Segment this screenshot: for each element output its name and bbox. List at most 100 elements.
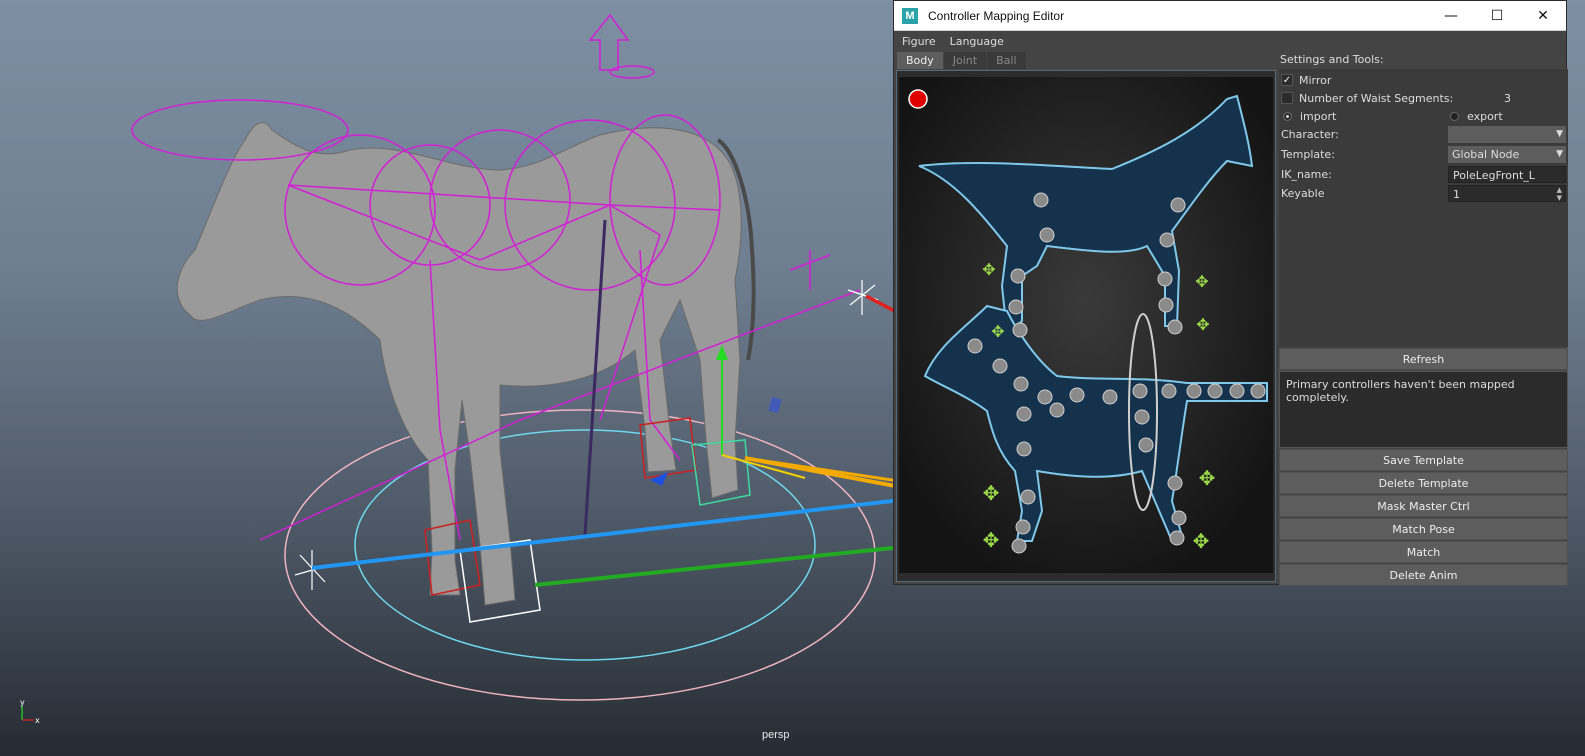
- plus-marker-icon[interactable]: ✥: [1195, 272, 1208, 291]
- delete-template-button[interactable]: Delete Template: [1279, 472, 1568, 494]
- joint-dot[interactable]: [1138, 437, 1154, 453]
- plus-marker-icon[interactable]: ✥: [983, 481, 1000, 505]
- menu-bar: Figure Language: [894, 31, 1566, 51]
- mask-master-ctrl-button[interactable]: Mask Master Ctrl: [1279, 495, 1568, 517]
- joint-dot[interactable]: [1171, 510, 1187, 526]
- match-button[interactable]: Match: [1279, 541, 1568, 563]
- joint-dot[interactable]: [1011, 538, 1027, 554]
- joint-dot[interactable]: [1016, 441, 1032, 457]
- chevron-down-icon: ▼: [1556, 149, 1563, 159]
- spinner-arrows-icon[interactable]: ▲ ▼: [1557, 186, 1562, 202]
- joint-dot[interactable]: [1012, 322, 1028, 338]
- tab-ball[interactable]: Ball: [987, 52, 1026, 69]
- close-button[interactable]: ✕: [1520, 1, 1566, 30]
- joint-dot[interactable]: [1037, 389, 1053, 405]
- maya-app-icon: M: [902, 7, 918, 24]
- joint-dot[interactable]: [992, 358, 1008, 374]
- joint-dot[interactable]: [1169, 530, 1185, 546]
- menu-figure[interactable]: Figure: [902, 35, 936, 48]
- camera-label: persp: [762, 729, 790, 741]
- template-dropdown[interactable]: Global Node ▼: [1448, 146, 1566, 163]
- keyable-label: Keyable: [1281, 186, 1325, 200]
- waist-value[interactable]: 3: [1504, 92, 1511, 105]
- joint-dot[interactable]: [1039, 227, 1055, 243]
- joint-dot[interactable]: [1008, 299, 1024, 315]
- ground-circle-outer: [284, 409, 876, 701]
- joint-dot[interactable]: [1186, 383, 1202, 399]
- svg-text:y: y: [20, 698, 25, 707]
- view-axis-icon: y x: [20, 698, 40, 725]
- maximize-button[interactable]: ☐: [1474, 1, 1520, 30]
- template-value: Global Node: [1452, 148, 1520, 161]
- record-indicator-icon[interactable]: [908, 89, 928, 109]
- plus-marker-icon[interactable]: ✥: [1199, 466, 1216, 490]
- menu-language[interactable]: Language: [950, 35, 1004, 48]
- import-radio[interactable]: [1283, 111, 1292, 121]
- joint-dot[interactable]: [967, 338, 983, 354]
- delete-anim-button[interactable]: Delete Anim: [1279, 564, 1568, 586]
- character-label: Character:: [1281, 127, 1339, 141]
- export-label: export: [1467, 109, 1503, 123]
- window-title: Controller Mapping Editor: [928, 8, 1065, 23]
- import-export-row: import export: [1281, 107, 1566, 125]
- move-plane-handle: [768, 396, 782, 414]
- joint-dot[interactable]: [1157, 271, 1173, 287]
- tab-body[interactable]: Body: [897, 52, 943, 69]
- waist-row: Number of Waist Segments: 3: [1281, 89, 1566, 107]
- figure-mapping-panel[interactable]: ✥ ✥ ✥ ✥ ✥ ✥ ✥ ✥: [896, 70, 1276, 582]
- keyable-field[interactable]: 1 ▲ ▼: [1448, 185, 1566, 202]
- joint-dot[interactable]: [1020, 489, 1036, 505]
- export-radio[interactable]: [1450, 111, 1459, 121]
- plus-marker-icon[interactable]: ✥: [983, 528, 1000, 552]
- save-template-button[interactable]: Save Template: [1279, 449, 1568, 471]
- joint-dot[interactable]: [1158, 297, 1174, 313]
- template-row: Template: Global Node ▼: [1281, 145, 1566, 163]
- joint-dot[interactable]: [1167, 319, 1183, 335]
- joint-dot[interactable]: [1049, 402, 1065, 418]
- ik-name-row: IK_name: PoleLegFront_L: [1281, 165, 1566, 183]
- joint-dot[interactable]: [1250, 383, 1266, 399]
- joint-dot[interactable]: [1010, 268, 1026, 284]
- joint-dot[interactable]: [1033, 192, 1049, 208]
- joint-dot[interactable]: [1161, 383, 1177, 399]
- figure-canvas[interactable]: ✥ ✥ ✥ ✥ ✥ ✥ ✥ ✥: [897, 71, 1275, 581]
- joint-dot[interactable]: [1016, 406, 1032, 422]
- joint-dot[interactable]: [1134, 409, 1150, 425]
- settings-heading: Settings and Tools:: [1280, 53, 1384, 66]
- refresh-button[interactable]: Refresh: [1279, 348, 1568, 370]
- match-pose-button[interactable]: Match Pose: [1279, 518, 1568, 540]
- keyable-value: 1: [1453, 188, 1460, 201]
- import-label: import: [1300, 109, 1337, 123]
- plus-marker-icon[interactable]: ✥: [982, 260, 995, 279]
- plus-marker-icon[interactable]: ✥: [1196, 315, 1209, 334]
- tab-joint[interactable]: Joint: [943, 52, 987, 69]
- mirror-row[interactable]: ✓ Mirror: [1281, 71, 1566, 89]
- mirror-checkbox[interactable]: ✓: [1281, 74, 1293, 86]
- joint-dot[interactable]: [1013, 376, 1029, 392]
- joint-dot[interactable]: [1015, 519, 1031, 535]
- controller-mapping-editor-window[interactable]: M Controller Mapping Editor — ☐ ✕ Figure…: [893, 0, 1568, 586]
- tab-bar: Body Joint Ball: [897, 52, 1027, 69]
- joint-dot[interactable]: [1069, 387, 1085, 403]
- chevron-down-icon: ▼: [1556, 129, 1563, 139]
- keyable-row: Keyable 1 ▲ ▼: [1281, 184, 1566, 202]
- waist-checkbox[interactable]: [1281, 92, 1293, 104]
- joint-dot[interactable]: [1207, 383, 1223, 399]
- mirror-label: Mirror: [1299, 73, 1332, 87]
- joint-dot[interactable]: [1132, 383, 1148, 399]
- character-row: Character: ▼: [1281, 125, 1566, 143]
- plus-marker-icon[interactable]: ✥: [1193, 529, 1210, 553]
- svg-text:x: x: [35, 716, 40, 725]
- ik-name-field[interactable]: PoleLegFront_L: [1448, 166, 1566, 183]
- move-z-arrow: [650, 472, 668, 486]
- settings-panel: ✓ Mirror Number of Waist Segments: 3 imp…: [1279, 69, 1568, 347]
- joint-dot[interactable]: [1102, 389, 1118, 405]
- character-dropdown[interactable]: ▼: [1448, 126, 1566, 143]
- joint-dot[interactable]: [1159, 232, 1175, 248]
- plus-marker-icon[interactable]: ✥: [991, 322, 1004, 341]
- joint-dot[interactable]: [1229, 383, 1245, 399]
- joint-dot[interactable]: [1167, 475, 1183, 491]
- title-bar[interactable]: M Controller Mapping Editor — ☐ ✕: [894, 1, 1566, 31]
- minimize-button[interactable]: —: [1428, 1, 1474, 30]
- joint-dot[interactable]: [1170, 197, 1186, 213]
